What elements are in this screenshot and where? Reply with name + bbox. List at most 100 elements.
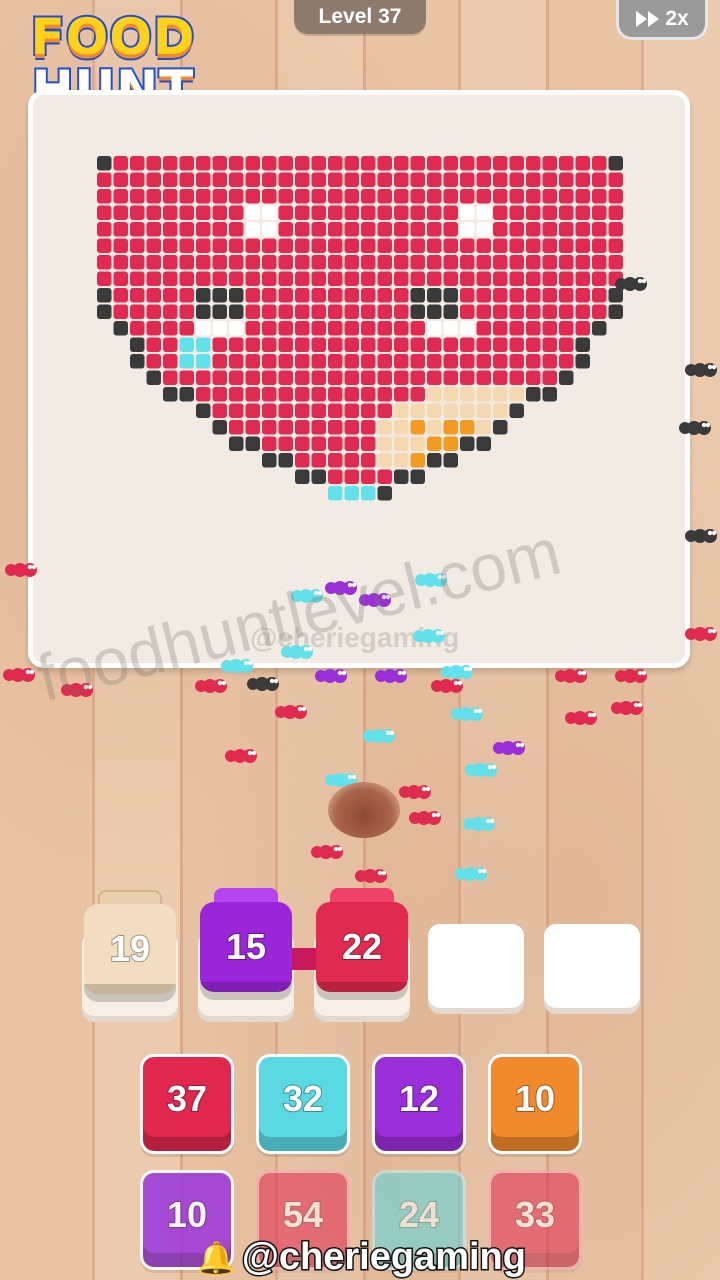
pixel-block: [229, 205, 244, 220]
pixel-block: [460, 420, 475, 435]
pixel-block: [443, 370, 458, 385]
pixel-block: [179, 238, 194, 253]
pixel-block: [427, 436, 442, 451]
pixel-block: [361, 387, 376, 402]
pixel-block: [278, 321, 293, 336]
pixel-block: [493, 255, 508, 270]
pixel-block: [410, 403, 425, 418]
pixel-block: [245, 370, 260, 385]
pixel-block: [245, 420, 260, 435]
pixel-block: [592, 205, 607, 220]
tray-jar-3[interactable]: 22: [316, 888, 408, 1000]
pixel-block: [559, 288, 574, 303]
pixel-block: [311, 436, 326, 451]
pixel-block: [113, 172, 128, 187]
tile-count: 24: [398, 1193, 440, 1236]
pixel-block: [146, 222, 161, 237]
pixel-block: [113, 288, 128, 303]
pixel-block: [163, 354, 178, 369]
pixel-block: [278, 172, 293, 187]
pixel-block: [295, 172, 310, 187]
ant-hole: [328, 782, 400, 838]
pixel-block: [130, 304, 145, 319]
pixel-block: [212, 238, 227, 253]
pixel-block: [542, 288, 557, 303]
pixel-block: [443, 172, 458, 187]
pixel-block: [262, 222, 277, 237]
pixel-block: [493, 420, 508, 435]
pixel-block: [311, 337, 326, 352]
pixel-block: [179, 304, 194, 319]
pixel-block: [278, 271, 293, 286]
pixel-block: [361, 337, 376, 352]
pixel-block: [328, 172, 343, 187]
pixel-block: [377, 156, 392, 171]
pixel-block: [229, 321, 244, 336]
pixel-block: [262, 337, 277, 352]
pixel-block: [394, 354, 409, 369]
pixel-block: [295, 205, 310, 220]
pixel-block: [476, 387, 491, 402]
pixel-block: [295, 403, 310, 418]
ant-sprite: [615, 669, 647, 683]
fast-forward-icon: [636, 10, 660, 27]
tray-jar-1[interactable]: 19: [84, 890, 176, 1002]
pixel-block: [179, 189, 194, 204]
queue-tile-3[interactable]: 12: [372, 1054, 466, 1154]
pixel-block: [394, 172, 409, 187]
pixel-block: [361, 436, 376, 451]
pixel-block: [146, 337, 161, 352]
pixel-block: [361, 420, 376, 435]
pixel-block: [509, 271, 524, 286]
pixel-block: [311, 288, 326, 303]
speed-toggle-button[interactable]: 2x: [616, 0, 708, 40]
pixel-block: [410, 172, 425, 187]
pixel-block: [344, 436, 359, 451]
pixel-block: [97, 288, 112, 303]
ant-sprite: [375, 669, 407, 683]
pixel-block: [559, 255, 574, 270]
pixel-block: [394, 156, 409, 171]
pixel-block: [394, 420, 409, 435]
pixel-block: [443, 387, 458, 402]
pixel-block: [575, 288, 590, 303]
pixel-block: [311, 238, 326, 253]
pixel-block: [476, 205, 491, 220]
pixel-block: [311, 420, 326, 435]
pixel-block: [509, 255, 524, 270]
pixel-block: [559, 222, 574, 237]
pixel-block: [113, 304, 128, 319]
pixel-block: [311, 354, 326, 369]
pixel-block: [146, 271, 161, 286]
pixel-block: [592, 189, 607, 204]
pixel-block: [460, 271, 475, 286]
pixel-block: [113, 271, 128, 286]
pixel-block: [163, 387, 178, 402]
queue-tile-1[interactable]: 37: [140, 1054, 234, 1154]
pixel-block: [262, 420, 277, 435]
queue-tile-2[interactable]: 32: [256, 1054, 350, 1154]
pixel-block: [146, 354, 161, 369]
pixel-block: [509, 403, 524, 418]
pixel-block: [361, 403, 376, 418]
pixel-block: [328, 205, 343, 220]
pixel-block: [443, 205, 458, 220]
pixel-block: [295, 238, 310, 253]
pixel-block: [460, 255, 475, 270]
queue-tile-4[interactable]: 10: [488, 1054, 582, 1154]
tray-jar-2[interactable]: 15: [200, 888, 292, 1000]
pixel-block: [163, 222, 178, 237]
pixel-block: [262, 387, 277, 402]
pixel-block: [526, 172, 541, 187]
pixel-block: [377, 436, 392, 451]
pixel-block: [493, 403, 508, 418]
ant-sprite: [3, 668, 35, 682]
pixel-block: [344, 337, 359, 352]
tile-count: 33: [514, 1193, 556, 1236]
pixel-block: [179, 255, 194, 270]
pixel-block: [196, 222, 211, 237]
pixel-block: [295, 189, 310, 204]
pixel-block: [179, 321, 194, 336]
pixel-block: [130, 337, 145, 352]
pixel-block: [179, 288, 194, 303]
